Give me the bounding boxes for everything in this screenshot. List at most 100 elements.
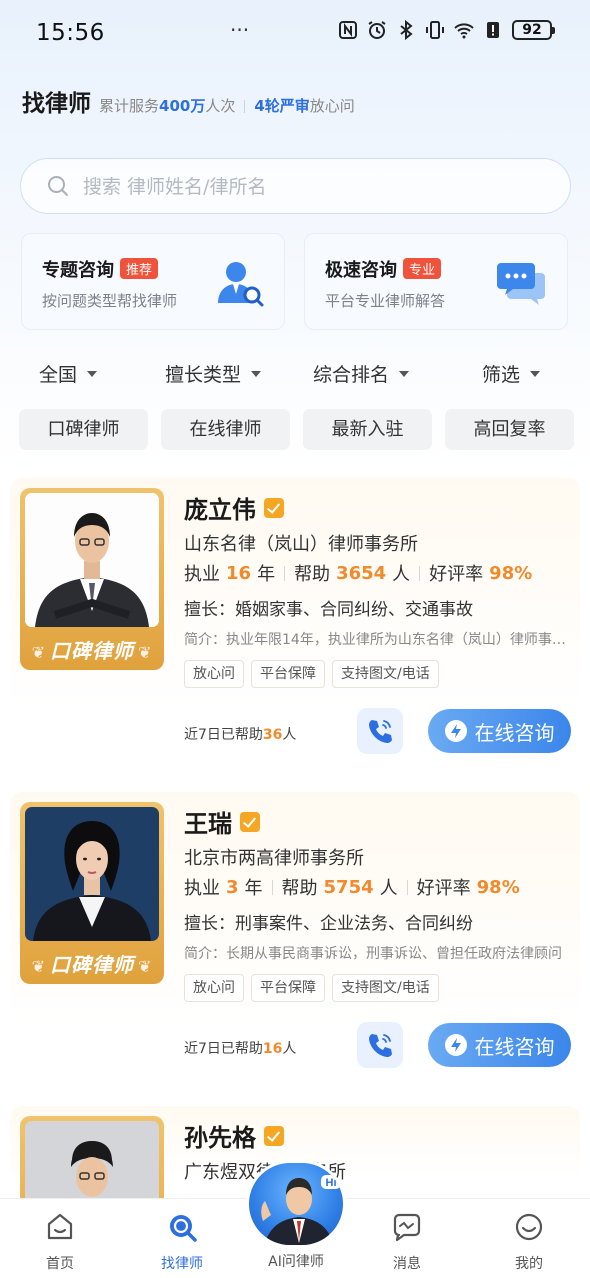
lawyer-photo-frame: ❦ 口碑律师 ❦ — [20, 802, 164, 984]
lawyer-card[interactable]: ❦ 口碑律师 ❦ 王瑞 北京市两高律师事务所 执业 3 年 帮助 5754 人 好评率 98%… — [10, 792, 580, 1086]
filter-label: 筛选 — [482, 364, 521, 386]
lawyer-tag: 放心问 — [184, 660, 244, 688]
search-icon — [48, 176, 68, 196]
message-icon — [393, 1213, 421, 1242]
status-icons: 92 — [338, 20, 555, 40]
chip-online[interactable]: 在线律师 — [161, 409, 290, 450]
filter-specialty[interactable]: 擅长类型 — [165, 360, 262, 387]
lawyer-name-text: 庞立伟 — [184, 496, 256, 524]
divider — [419, 565, 421, 581]
lightning-icon — [444, 720, 467, 742]
feature-tag: 推荐 — [120, 258, 159, 279]
nav-label: 消息 — [393, 1256, 421, 1272]
status-dots: ··· — [230, 18, 250, 42]
feature-title: 专题咨询 推荐 — [42, 256, 159, 282]
consult-label: 在线咨询 — [474, 1034, 555, 1059]
search-input[interactable] — [83, 167, 553, 207]
page-header: 找律师 累计服务400万人次 4轮严审放心问 — [22, 84, 355, 118]
online-consult-button[interactable]: 在线咨询 — [428, 1023, 571, 1067]
nfc-icon — [339, 21, 357, 39]
filter-bar: 全国 擅长类型 综合排名 筛选 — [0, 360, 590, 392]
reputation-badge: ❦ 口碑律师 ❦ — [20, 949, 164, 978]
home-icon — [47, 1213, 73, 1240]
alert-icon — [487, 22, 499, 38]
feature-title: 极速咨询 专业 — [325, 256, 442, 282]
review-suffix: 放心问 — [309, 97, 355, 115]
rate-value: 98% — [476, 876, 520, 898]
search-active-icon — [170, 1215, 197, 1242]
lawyer-name-text: 孙先格 — [184, 1124, 256, 1152]
lawyer-photo — [25, 493, 159, 627]
topic-consult-card[interactable]: 专题咨询 推荐 按问题类型帮找律师 — [21, 233, 285, 330]
nav-messages[interactable]: 消息 — [362, 1211, 452, 1273]
alarm-icon — [368, 21, 386, 39]
nav-profile[interactable]: 我的 — [484, 1211, 574, 1273]
nav-find-lawyer[interactable]: 找律师 — [137, 1211, 227, 1273]
quick-chips: 口碑律师 在线律师 最新入驻 高回复率 — [19, 409, 574, 450]
helped-value: 16 — [262, 1041, 283, 1057]
lawyer-name: 孙先格 — [184, 1118, 284, 1153]
lawyer-photo — [25, 807, 159, 941]
filter-label: 综合排名 — [313, 364, 390, 386]
helped-prefix: 近7日已帮助 — [184, 1041, 263, 1057]
nav-ai-label: AI问律师 — [268, 1254, 324, 1270]
lawyer-name-text: 王瑞 — [184, 810, 232, 838]
years-value: 16 — [226, 562, 252, 584]
years-unit: 年 — [257, 564, 276, 585]
nav-label: 我的 — [515, 1256, 543, 1272]
lawyer-card[interactable]: ❦ 口碑律师 ❦ 庞立伟 山东名律（岚山）律师事务所 执业 16 年 帮助 3654 人 好… — [10, 478, 580, 772]
lawyer-search-icon — [218, 262, 264, 307]
stats-suffix: 人次 — [205, 97, 236, 115]
nav-home[interactable]: 首页 — [15, 1211, 105, 1273]
filter-more[interactable]: 筛选 — [482, 360, 541, 387]
quick-consult-card[interactable]: 极速咨询 专业 平台专业律师解答 — [304, 233, 568, 330]
reputation-badge: ❦ 口碑律师 ❦ — [20, 635, 164, 664]
help-label: 帮助 — [294, 564, 331, 585]
filter-region[interactable]: 全国 — [39, 360, 98, 387]
online-consult-button[interactable]: 在线咨询 — [428, 709, 571, 753]
rate-label: 好评率 — [416, 878, 471, 899]
filter-label: 擅长类型 — [165, 364, 242, 386]
ai-lawyer-button[interactable]: Hi — [246, 1160, 346, 1248]
stats-prefix: 累计服务 — [99, 97, 160, 115]
chip-newest[interactable]: 最新入驻 — [303, 409, 432, 450]
badge-label: 口碑律师 — [50, 639, 134, 663]
caret-down-icon — [399, 370, 410, 377]
filter-label: 全国 — [39, 364, 78, 386]
lawyer-name: 王瑞 — [184, 804, 260, 839]
help-unit: 人 — [379, 878, 398, 899]
search-bar[interactable] — [20, 158, 571, 214]
lawyer-stats: 执业 3 年 帮助 5754 人 好评率 98% — [184, 874, 526, 900]
laurel-right-icon: ❦ — [138, 643, 153, 662]
chat-bubble-icon — [497, 263, 545, 305]
feature-title-text: 极速咨询 — [325, 260, 397, 281]
help-value: 5754 — [323, 876, 374, 898]
lawyer-portrait — [25, 493, 159, 627]
lawyer-tags: 放心问 平台保障 支持图文/电话 — [184, 974, 439, 1002]
helped-prefix: 近7日已帮助 — [184, 727, 263, 743]
lawyer-photo-frame: ❦ 口碑律师 ❦ — [20, 488, 164, 670]
lawyer-intro: 简介：长期从事民商事诉讼，刑事诉讼、曾担任政府法律顾问 — [184, 946, 562, 962]
lawyer-tag: 平台保障 — [251, 660, 325, 688]
lawyer-firm: 北京市两高律师事务所 — [184, 848, 364, 869]
laurel-right-icon: ❦ — [138, 957, 153, 976]
wifi-icon — [454, 23, 474, 39]
divider — [271, 879, 273, 895]
chip-reputation[interactable]: 口碑律师 — [19, 409, 148, 450]
verified-icon — [240, 811, 260, 832]
help-value: 3654 — [336, 562, 387, 584]
recent-helped: 近7日已帮助16人 — [184, 1038, 296, 1058]
chip-high-reply[interactable]: 高回复率 — [445, 409, 574, 450]
help-label: 帮助 — [281, 878, 318, 899]
phone-call-button[interactable] — [357, 708, 403, 754]
lawyer-firm: 山东名律（岚山）律师事务所 — [184, 534, 418, 555]
caret-down-icon — [87, 370, 98, 377]
recent-helped: 近7日已帮助36人 — [184, 724, 296, 744]
lawyer-tag: 放心问 — [184, 974, 244, 1002]
filter-ranking[interactable]: 综合排名 — [313, 360, 410, 387]
rate-label: 好评率 — [429, 564, 484, 585]
lawyer-tag: 支持图文/电话 — [332, 974, 439, 1002]
phone-call-button[interactable] — [357, 1022, 403, 1068]
verified-icon — [264, 497, 284, 518]
lawyer-portrait — [25, 1121, 159, 1198]
